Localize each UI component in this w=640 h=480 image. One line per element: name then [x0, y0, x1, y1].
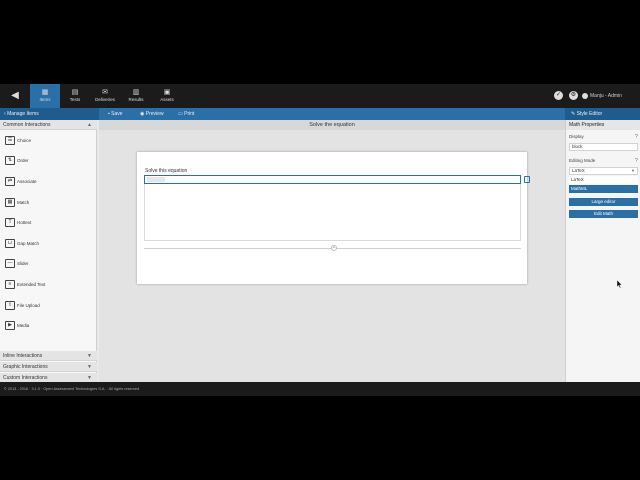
slider-icon: — [5, 259, 15, 268]
inline-interactions-header[interactable]: Inline Interactions ▼ [0, 351, 97, 361]
item-title: Solve the equation [99, 120, 565, 130]
tab-assets[interactable]: ▣ Assets [152, 84, 182, 108]
footer-copyright: © 2013 - 2016 · 3.1.0 · Open Assessment … [0, 382, 640, 396]
chevron-down-icon: ▼ [87, 353, 92, 359]
option-latex[interactable]: LaTeX [569, 176, 638, 184]
results-icon: ▥ [132, 89, 140, 96]
mouse-cursor-icon [617, 280, 622, 288]
associate-icon: ⇄ [5, 177, 15, 186]
chevron-up-icon: ▲ [87, 122, 92, 128]
editing-mode-select[interactable]: LaTeX ▼ [569, 167, 638, 175]
user-icon[interactable] [582, 93, 588, 99]
match-icon: ▦ [5, 198, 15, 207]
gap-match-icon: ⊔ [5, 239, 15, 248]
back-arrow-icon[interactable]: ◀ [8, 90, 22, 102]
print-button[interactable]: ▭ Print [178, 108, 194, 120]
large-editor-button[interactable]: Large editor [569, 198, 638, 206]
tests-icon: ▤ [71, 89, 79, 96]
interaction-order[interactable]: ⇅ Order [5, 154, 95, 168]
chevron-down-icon: ▼ [87, 364, 92, 370]
response-area[interactable] [144, 184, 521, 241]
common-interactions-header[interactable]: Common Interactions ▲ [0, 120, 97, 130]
tab-tests[interactable]: ▤ Tests [60, 84, 90, 108]
print-icon: ▭ [178, 111, 183, 117]
extended-text-icon: ≡ [5, 280, 15, 289]
style-editor-button[interactable]: ✎ Style Editor [565, 108, 640, 120]
chevron-down-icon: ▼ [631, 168, 635, 173]
assets-icon: ▣ [163, 89, 171, 96]
manage-items-button[interactable]: ‹ Manage Items [0, 108, 99, 120]
media-icon: ▶ [5, 321, 15, 330]
tab-items[interactable]: ▦ Items [30, 84, 60, 108]
hottext-icon: T [5, 218, 15, 227]
file-upload-icon: ⇧ [5, 301, 15, 310]
properties-title: Math Properties [566, 120, 640, 130]
items-icon: ▦ [41, 89, 49, 96]
tab-results[interactable]: ▥ Results [121, 84, 151, 108]
properties-panel: Math Properties Display ? block Editing … [565, 120, 640, 382]
interaction-slider[interactable]: — Slider [5, 257, 95, 271]
choice-icon: ☰ [5, 136, 15, 145]
order-icon: ⇅ [5, 156, 15, 165]
edit-math-button[interactable]: Edit Math [569, 210, 638, 218]
save-icon: ▪ [108, 111, 110, 117]
save-button[interactable]: ▪ Save [108, 108, 123, 120]
user-name[interactable]: Manju - Admin [590, 92, 622, 100]
graphic-interactions-header[interactable]: Graphic Interactions ▼ [0, 362, 97, 372]
interaction-associate[interactable]: ⇄ Associate [5, 175, 95, 189]
check-icon[interactable]: ✓ [554, 91, 563, 100]
interaction-choice[interactable]: ☰ Choice [5, 134, 95, 148]
interaction-match[interactable]: ▦ Match [5, 196, 95, 210]
display-label: Display [569, 134, 584, 139]
item-canvas: Solve this equation + [99, 130, 565, 382]
help-icon[interactable]: ? [635, 134, 638, 140]
display-select[interactable]: block [569, 143, 638, 151]
math-placeholder [147, 177, 165, 182]
item-body: Solve this equation + [137, 152, 530, 284]
settings-gear-icon[interactable]: ⚙ [569, 91, 578, 100]
editing-mode-label: Editing Mode [569, 158, 596, 163]
interactions-panel: Common Interactions ▲ ☰ Choice ⇅ Order ⇄… [0, 120, 97, 383]
deliveries-icon: ✉ [102, 89, 108, 96]
interaction-media[interactable]: ▶ Media [5, 319, 95, 333]
help-icon[interactable]: ? [635, 158, 638, 164]
preview-button[interactable]: ◉ Preview [140, 108, 164, 120]
interaction-hottext[interactable]: T Hottext [5, 216, 95, 230]
prompt-text[interactable]: Solve this equation [145, 167, 187, 175]
trash-icon[interactable] [524, 176, 530, 183]
interaction-gap-match[interactable]: ⊔ Gap Match [5, 237, 95, 251]
tab-deliveries[interactable]: ✉ Deliveries [90, 84, 120, 108]
action-bar: ‹ Manage Items ▪ Save ◉ Preview ▭ Print … [0, 108, 640, 120]
top-navigation: ◀ ▦ Items ▤ Tests ✉ Deliveries ▥ Results… [0, 84, 640, 108]
authoring-app: ◀ ▦ Items ▤ Tests ✉ Deliveries ▥ Results… [0, 84, 640, 396]
preview-icon: ◉ [140, 111, 145, 117]
interaction-file-upload[interactable]: ⇧ File Upload [5, 299, 95, 313]
style-editor-icon: ✎ [571, 111, 576, 117]
math-input-field[interactable] [144, 175, 521, 184]
option-mathml[interactable]: MathML [569, 185, 638, 193]
interaction-extended-text[interactable]: ≡ Extended Text [5, 278, 95, 292]
add-block-icon[interactable]: + [331, 245, 337, 251]
